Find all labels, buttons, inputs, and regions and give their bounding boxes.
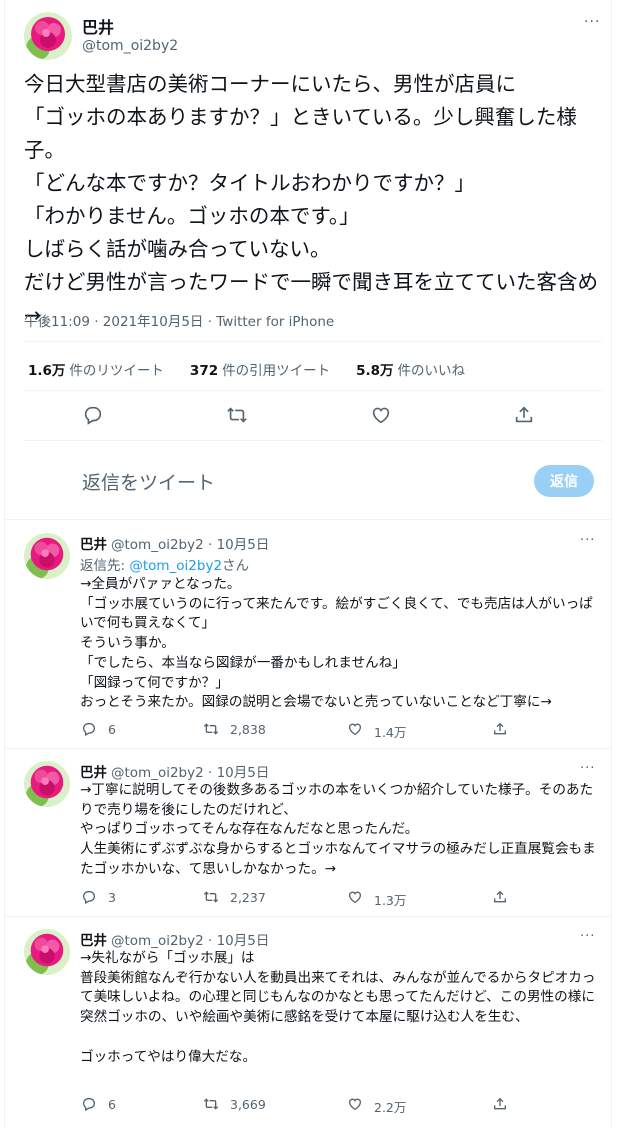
divider — [24, 390, 602, 391]
heart-icon[interactable] — [347, 721, 363, 737]
avatar[interactable] — [24, 761, 70, 807]
tweet-actions: 6 2,838 1.4万 — [0, 720, 612, 740]
retweet-count[interactable]: 1.6万 件のリツイート — [28, 359, 164, 379]
reply-to-link[interactable]: @tom_oi2by2 — [129, 558, 222, 574]
more-icon[interactable]: ··· — [584, 14, 600, 30]
heart-icon[interactable] — [370, 404, 392, 426]
reply-count: 3 — [108, 890, 116, 905]
divider — [24, 341, 602, 342]
more-icon[interactable]: ··· — [580, 761, 595, 776]
flower-avatar-icon — [24, 929, 70, 975]
tweet-actions — [0, 398, 612, 434]
author-name[interactable]: 巴井 — [82, 14, 114, 38]
author-name[interactable]: 巴井 — [80, 933, 107, 949]
reply-header: 巴井 @tom_oi2by2 · 10月5日 — [80, 537, 270, 553]
tweet-actions: 6 3,669 2.2万 — [0, 1095, 612, 1115]
tweet-date[interactable]: 10月5日 — [217, 765, 270, 781]
retweet-icon[interactable] — [203, 889, 219, 905]
divider — [4, 916, 612, 917]
retweet-icon[interactable] — [226, 404, 248, 426]
reply-to: 返信先: @tom_oi2by2さん — [80, 558, 250, 574]
tweet-timestamp[interactable]: 午後11:09 · 2021年10月5日 · Twitter for iPhon… — [24, 310, 334, 330]
avatar[interactable] — [24, 929, 70, 975]
more-icon[interactable]: ··· — [580, 929, 595, 944]
reply-count: 6 — [108, 1097, 116, 1112]
like-count: 2.2万 — [374, 1100, 407, 1115]
author-handle[interactable]: @tom_oi2by2 — [111, 765, 204, 781]
share-icon[interactable] — [513, 404, 535, 426]
flower-avatar-icon — [24, 533, 70, 579]
reply-icon[interactable] — [82, 404, 104, 426]
tweet-date[interactable]: 10月5日 — [217, 933, 270, 949]
author-name[interactable]: 巴井 — [80, 765, 107, 781]
retweet-count: 2,838 — [230, 722, 266, 737]
heart-icon[interactable] — [347, 889, 363, 905]
reply-header: 巴井 @tom_oi2by2 · 10月5日 — [80, 765, 270, 781]
more-icon[interactable]: ··· — [580, 533, 595, 548]
share-icon[interactable] — [492, 889, 508, 905]
reply-header: 巴井 @tom_oi2by2 · 10月5日 — [80, 933, 270, 949]
reply-icon[interactable] — [81, 889, 97, 905]
author-handle[interactable]: @tom_oi2by2 — [82, 38, 178, 54]
tweet-text: →失礼ながら「ゴッホ展」は 普段美術館なんぞ行かない人を動員出来てそれは、みんな… — [80, 950, 596, 1065]
reply-count: 6 — [108, 722, 116, 737]
reply-button[interactable]: 返信 — [534, 465, 594, 497]
avatar[interactable] — [24, 533, 70, 579]
retweet-count: 2,237 — [230, 890, 266, 905]
author-name[interactable]: 巴井 — [80, 537, 107, 553]
reply-icon[interactable] — [81, 721, 97, 737]
flower-avatar-icon — [24, 761, 70, 807]
heart-icon[interactable] — [347, 1096, 363, 1112]
like-count[interactable]: 5.8万 件のいいね — [356, 359, 465, 379]
tweet-text: →丁寧に説明してその後数多あるゴッホの本をいくつか紹介していた様子。そのあたりで… — [80, 782, 596, 877]
reply-icon[interactable] — [81, 1096, 97, 1112]
flower-avatar-icon — [24, 12, 72, 60]
share-icon[interactable] — [492, 721, 508, 737]
retweet-icon[interactable] — [203, 1096, 219, 1112]
like-count: 1.4万 — [374, 725, 407, 740]
like-count: 1.3万 — [374, 893, 407, 908]
avatar[interactable] — [24, 12, 72, 60]
reply-compose-input[interactable]: 返信をツイート — [82, 468, 215, 495]
retweet-count: 3,669 — [230, 1097, 266, 1112]
tweet-actions: 3 2,237 1.3万 — [0, 888, 612, 908]
author-handle[interactable]: @tom_oi2by2 — [111, 537, 204, 553]
tweet-date[interactable]: 10月5日 — [217, 537, 270, 553]
quote-count[interactable]: 372 件の引用ツイート — [190, 359, 330, 379]
tweet-stats: 1.6万 件のリツイート 372 件の引用ツイート 5.8万 件のいいね — [28, 359, 465, 379]
divider — [24, 440, 602, 441]
retweet-icon[interactable] — [203, 721, 219, 737]
divider — [4, 519, 612, 520]
author-handle[interactable]: @tom_oi2by2 — [111, 933, 204, 949]
tweet-text: 今日大型書店の美術コーナーにいたら、男性が店員に 「ゴッホの本ありますか？」とき… — [24, 72, 598, 327]
tweet-text: →全員がパァァとなった。 「ゴッホ展ていうのに行って来たんです。絵がすごく良くて… — [80, 576, 593, 711]
share-icon[interactable] — [492, 1096, 508, 1112]
divider — [4, 748, 612, 749]
